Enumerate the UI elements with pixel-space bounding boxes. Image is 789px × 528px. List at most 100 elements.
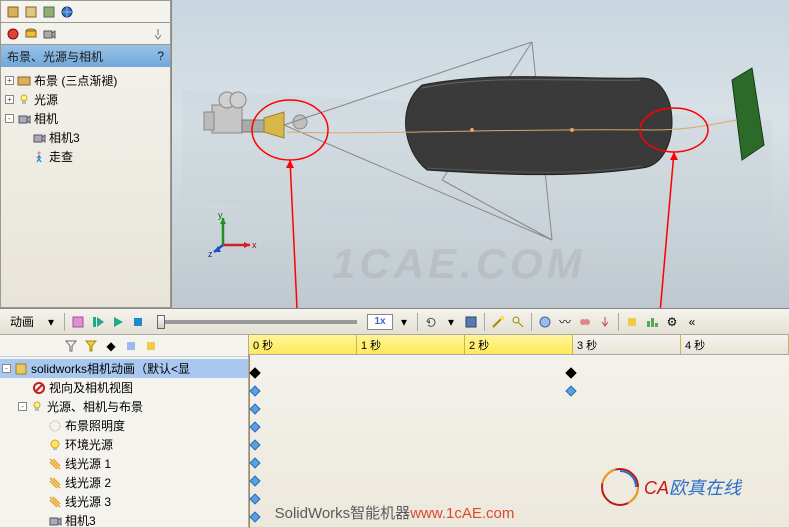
- expand-icon[interactable]: -: [18, 402, 27, 411]
- motion-tree: ◆ - solidworks相机动画（默认<显视向及相机视图 - 光源、相机与布景布景…: [0, 335, 249, 527]
- results-icon[interactable]: [643, 313, 661, 331]
- illum-icon: [47, 418, 63, 434]
- motion-tree-item[interactable]: 线光源 3: [0, 492, 248, 511]
- keyframe-marker[interactable]: [249, 493, 260, 504]
- motion-tree-item[interactable]: 视向及相机视图: [0, 378, 248, 397]
- filter2-icon[interactable]: [82, 337, 100, 355]
- ruler-cell[interactable]: 1 秒: [357, 335, 465, 354]
- globe-icon[interactable]: [59, 4, 75, 20]
- motor-icon[interactable]: [536, 313, 554, 331]
- timeline[interactable]: 0 秒1 秒2 秒3 秒4 秒: [249, 335, 789, 527]
- spring-icon[interactable]: 〰: [556, 313, 574, 331]
- sphere-icon[interactable]: [5, 26, 21, 42]
- play-icon[interactable]: [109, 313, 127, 331]
- keyframe-marker[interactable]: [249, 439, 260, 450]
- collapse-icon[interactable]: «: [683, 313, 701, 331]
- keyframe-marker[interactable]: [249, 403, 260, 414]
- keyframe-marker[interactable]: [249, 421, 260, 432]
- play-start-icon[interactable]: [89, 313, 107, 331]
- wizard-icon[interactable]: [489, 313, 507, 331]
- dropdown-arrow-icon[interactable]: ▾: [42, 313, 60, 331]
- keyframe-marker[interactable]: [565, 385, 576, 396]
- tree-item-camera3[interactable]: 相机3: [5, 128, 166, 147]
- loop-icon[interactable]: [422, 313, 440, 331]
- motion-tree-item[interactable]: 相机3: [0, 511, 248, 527]
- key-end-marker[interactable]: [565, 367, 576, 378]
- motion-tree-item[interactable]: 线光源 2: [0, 473, 248, 492]
- key-end-marker[interactable]: [249, 367, 260, 378]
- stop-icon[interactable]: [129, 313, 147, 331]
- bulb-icon: [47, 437, 63, 453]
- playhead[interactable]: [249, 355, 250, 528]
- motion-tree-label: 视向及相机视图: [49, 379, 133, 396]
- forbid-icon: [31, 380, 47, 396]
- tree-item-lights[interactable]: + 光源: [5, 90, 166, 109]
- motion-tree-label: 光源、相机与布景: [47, 398, 143, 415]
- expand-icon[interactable]: -: [2, 364, 11, 373]
- pin-icon[interactable]: [150, 26, 166, 42]
- keyframe-marker[interactable]: [249, 457, 260, 468]
- dl-icon: [47, 456, 63, 472]
- tree-item-scene[interactable]: + 布景 (三点渐褪): [5, 71, 166, 90]
- tree-item-cameras[interactable]: - 相机: [5, 109, 166, 128]
- motion-slider[interactable]: [157, 320, 357, 324]
- motion-tree-item[interactable]: - solidworks相机动画（默认<显: [0, 359, 248, 378]
- ruler-cell[interactable]: 2 秒: [465, 335, 573, 354]
- motion-tree-item[interactable]: 布景照明度: [0, 416, 248, 435]
- keyframe-marker[interactable]: [249, 511, 260, 522]
- key-icon[interactable]: [509, 313, 527, 331]
- ruler-cell[interactable]: 4 秒: [681, 335, 789, 354]
- panel-help[interactable]: ?: [157, 49, 164, 63]
- motion-tree-item[interactable]: - 光源、相机与布景: [0, 397, 248, 416]
- expand-icon[interactable]: -: [5, 114, 14, 123]
- key-filter-icon[interactable]: ◆: [102, 337, 120, 355]
- keyframe-marker[interactable]: [249, 475, 260, 486]
- expand-icon[interactable]: +: [5, 76, 14, 85]
- study-type-dropdown[interactable]: 动画: [4, 311, 40, 332]
- slider-thumb[interactable]: [157, 315, 165, 329]
- camera-icon: [16, 111, 32, 127]
- camera-icon: [47, 513, 63, 528]
- panel-title: 布景、光源与相机: [7, 48, 103, 65]
- keyframe-marker[interactable]: [249, 385, 260, 396]
- tree-label: 走查: [49, 148, 73, 165]
- camera-small-icon[interactable]: [41, 26, 57, 42]
- time-ruler[interactable]: 0 秒1 秒2 秒3 秒4 秒: [249, 335, 789, 355]
- list-icon[interactable]: [41, 4, 57, 20]
- tree-label: 相机3: [49, 129, 80, 146]
- motion-tree-item[interactable]: 线光源 1: [0, 454, 248, 473]
- walk-icon: [31, 149, 47, 165]
- cube-icon[interactable]: [5, 4, 21, 20]
- tree-label: 光源: [34, 91, 58, 108]
- motion-tree-label: solidworks相机动画（默认<显: [31, 360, 190, 377]
- filter-icon[interactable]: [62, 337, 80, 355]
- gravity-icon[interactable]: [596, 313, 614, 331]
- playback-speed[interactable]: 1x: [367, 314, 393, 330]
- tool-icon[interactable]: [623, 313, 641, 331]
- camera-icon: [31, 130, 47, 146]
- ruler-cell[interactable]: 0 秒: [249, 335, 357, 354]
- feature-filter-icon[interactable]: [122, 337, 140, 355]
- dropdown-arrow-icon[interactable]: ▾: [442, 313, 460, 331]
- settings-icon[interactable]: ⚙: [663, 313, 681, 331]
- dropdown-arrow-icon[interactable]: ▾: [395, 313, 413, 331]
- asm-icon: [13, 361, 29, 377]
- contact-icon[interactable]: [576, 313, 594, 331]
- motion-tree-toolbar: ◆: [0, 335, 248, 357]
- expand-icon[interactable]: +: [5, 95, 14, 104]
- tree-item-walk[interactable]: 走查: [5, 147, 166, 166]
- book-icon[interactable]: [23, 4, 39, 20]
- db-icon[interactable]: [23, 26, 39, 42]
- svg-text:y: y: [218, 210, 223, 220]
- ruler-cell[interactable]: 3 秒: [573, 335, 681, 354]
- svg-text:x: x: [252, 240, 257, 250]
- motion-tree-item[interactable]: 环境光源: [0, 435, 248, 454]
- panel-sub-toolbar: [1, 23, 170, 45]
- tree-label: 布景 (三点渐褪): [34, 72, 117, 89]
- save-icon[interactable]: [462, 313, 480, 331]
- 3d-viewport[interactable]: x y z 1CAE.COM: [171, 0, 789, 308]
- feature-panel: 布景、光源与相机 ? + 布景 (三点渐褪) + 光源 - 相机 相机3: [0, 0, 171, 308]
- calculate-icon[interactable]: [69, 313, 87, 331]
- component-filter-icon[interactable]: [142, 337, 160, 355]
- dl-icon: [47, 475, 63, 491]
